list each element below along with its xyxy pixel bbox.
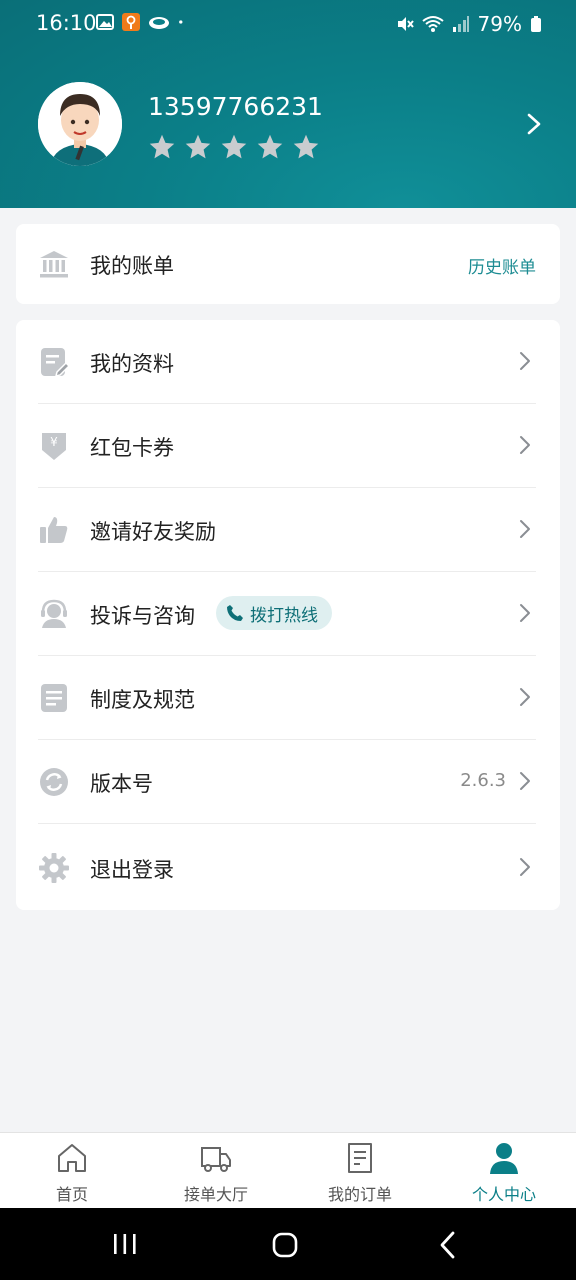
user-phone: 13597766231 [148,92,323,121]
app-notification-icon [122,13,140,31]
gallery-icon [96,14,114,30]
menu-item-invite[interactable]: 邀请好友奖励 [16,488,560,572]
chevron-right-icon [520,352,530,370]
chevron-right-icon [520,520,530,538]
hotline-button[interactable]: 拨打热线 [216,596,332,630]
star-icon [257,134,283,159]
coupon-icon: ¥ [42,433,66,460]
nav-label: 接单大厅 [183,1185,248,1204]
chevron-right-icon[interactable] [524,112,544,136]
nav-label: 个人中心 [471,1185,536,1204]
battery-icon [531,16,541,32]
menu-item-label: 投诉与咨询 [90,604,195,628]
nav-label: 我的订单 [327,1185,392,1204]
menu-item-logout[interactable]: 退出登录 [16,826,560,910]
wifi-icon [421,16,444,32]
home-button-icon[interactable] [272,1232,298,1258]
star-icon [185,134,211,159]
history-bill-link[interactable]: 历史账单 [468,253,536,278]
menu-card: 我的资料 ¥ 红包卡券 邀请好友奖励 投诉与咨询 拨打热线 制度及规范 版本号 … [16,320,560,910]
menu-item-label: 退出登录 [90,858,174,882]
gear-icon [39,853,69,883]
nav-personal-center[interactable]: 个人中心 [444,1141,564,1205]
bottom-navigation: 首页 接单大厅 我的订单 个人中心 [0,1132,576,1209]
truck-icon [201,1147,231,1172]
chevron-right-icon [520,858,530,876]
chevron-right-icon [520,688,530,706]
bank-icon [40,251,68,278]
menu-item-label: 我的资料 [90,352,174,376]
version-number: 2.6.3 [460,770,506,791]
document-icon [41,684,67,712]
menu-item-coupons[interactable]: ¥ 红包卡券 [16,404,560,488]
status-bar: 16:10 79% [0,0,576,48]
customer-service-icon [41,599,67,628]
bill-card[interactable]: 我的账单 历史账单 [16,224,560,304]
star-icon [293,134,319,159]
hotline-label: 拨打热线 [250,605,318,626]
status-notification-icons [96,13,188,31]
profile-header[interactable]: 16:10 79% 13597766231 [0,0,576,208]
svg-text:¥: ¥ [50,435,58,449]
avatar-illustration-icon [38,82,122,166]
chevron-right-icon [520,604,530,622]
edit-document-icon [41,348,70,378]
nav-my-orders[interactable]: 我的订单 [300,1141,420,1205]
my-bill-label: 我的账单 [90,254,174,278]
menu-item-version[interactable]: 版本号 2.6.3 [16,740,560,824]
phone-icon [227,605,243,621]
rating-stars [148,133,320,161]
menu-item-profile[interactable]: 我的资料 [16,320,560,404]
menu-item-rules[interactable]: 制度及规范 [16,656,560,740]
menu-item-complaint[interactable]: 投诉与咨询 拨打热线 [16,572,560,656]
nav-label: 首页 [55,1185,88,1204]
status-time: 16:10 [36,11,97,35]
system-navigation-bar [0,1208,576,1280]
signal-icon [452,16,469,32]
user-icon [490,1143,518,1174]
thumbs-up-icon [40,517,68,543]
home-icon [58,1144,86,1172]
chevron-right-icon [520,772,530,790]
dot-icon [179,20,183,24]
mute-icon [397,17,414,31]
refresh-icon [40,768,68,796]
nav-home[interactable]: 首页 [12,1141,132,1205]
my-bill-row[interactable]: 我的账单 历史账单 [16,224,560,304]
back-icon[interactable] [438,1231,458,1259]
menu-item-label: 制度及规范 [90,688,195,712]
star-icon [149,134,175,159]
avatar[interactable] [38,82,122,166]
battery-percent: 79% [477,12,522,36]
chevron-right-icon [520,436,530,454]
star-icon [221,134,247,159]
order-icon [348,1143,372,1173]
status-system-icons: 79% [396,12,542,36]
menu-item-label: 版本号 [90,772,153,796]
menu-item-label: 邀请好友奖励 [90,520,216,544]
divider [38,823,536,824]
menu-item-label: 红包卡券 [90,436,174,460]
recent-apps-icon[interactable] [112,1232,138,1256]
cloud-icon [149,17,169,29]
nav-order-hall[interactable]: 接单大厅 [156,1141,276,1205]
